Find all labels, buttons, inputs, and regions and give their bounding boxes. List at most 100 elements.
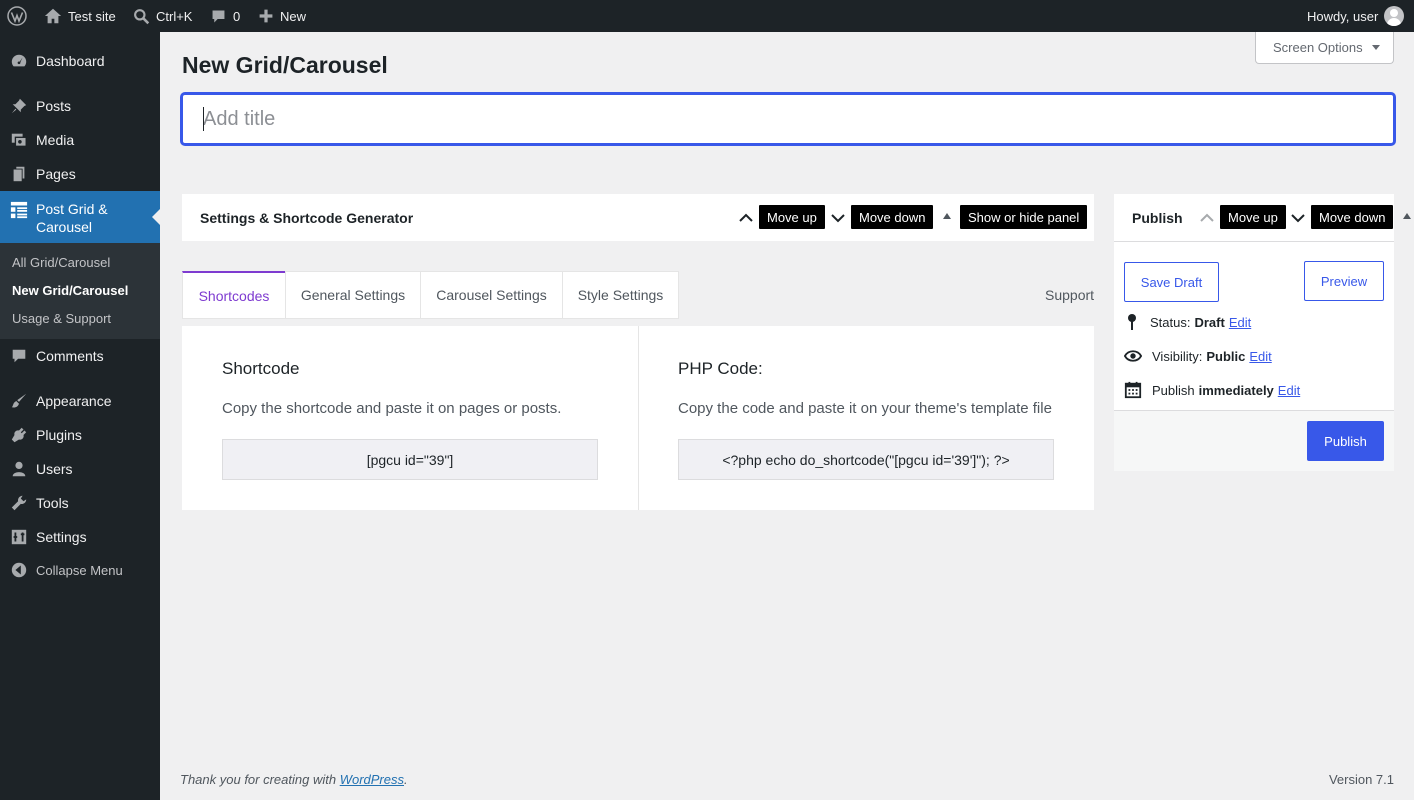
support-link[interactable]: Support xyxy=(1045,287,1094,303)
submenu-usage-support[interactable]: Usage & Support xyxy=(12,311,111,326)
php-code-description: Copy the code and paste it on your theme… xyxy=(678,400,1052,417)
collapse-icon xyxy=(9,560,29,580)
command-palette-button[interactable]: Ctrl+K xyxy=(133,0,192,32)
sidebar-item-label: Pages xyxy=(36,166,76,182)
pin-icon xyxy=(1124,313,1150,331)
toggle-panel-tooltip: Show or hide panel xyxy=(959,204,1089,230)
status-label: Status: xyxy=(1150,314,1191,330)
new-label: New xyxy=(280,8,307,24)
media-icon xyxy=(9,130,29,150)
shortcode-description: Copy the shortcode and paste it on pages… xyxy=(222,400,562,417)
postbox-title: Settings & Shortcode Generator xyxy=(200,210,414,226)
sidebar-item-tools[interactable]: Tools xyxy=(0,486,160,520)
collapse-menu-label: Collapse Menu xyxy=(36,562,123,578)
sidebar-item-label: Dashboard xyxy=(36,53,105,69)
publish-move-down-tooltip: Move down xyxy=(1310,204,1395,230)
edit-visibility-link[interactable]: Edit xyxy=(1249,349,1271,364)
submenu-all-grid-carousel[interactable]: All Grid/Carousel xyxy=(12,255,110,270)
site-name: Test site xyxy=(68,8,116,24)
wordpress-link[interactable]: WordPress xyxy=(340,772,404,787)
preview-button[interactable]: Preview xyxy=(1304,261,1384,301)
edit-publish-date-link[interactable]: Edit xyxy=(1278,383,1300,398)
user-icon xyxy=(9,459,29,479)
pages-icon xyxy=(9,164,29,184)
sidebar-item-appearance[interactable]: Appearance xyxy=(0,384,160,418)
post-status-row: Status: Draft Edit xyxy=(1124,313,1251,331)
sidebar-item-post-grid-carousel[interactable]: Post Grid & Carousel xyxy=(0,191,160,243)
tab-general-settings[interactable]: General Settings xyxy=(285,271,421,319)
plus-icon xyxy=(258,8,274,24)
publish-move-up-tooltip: Move up xyxy=(1219,204,1287,230)
text-cursor xyxy=(203,107,204,131)
sidebar-item-label: Users xyxy=(36,461,73,477)
tab-style-settings[interactable]: Style Settings xyxy=(562,271,679,319)
sidebar-item-plugins[interactable]: Plugins xyxy=(0,418,160,452)
sidebar-item-label: Media xyxy=(36,132,75,148)
footer-thanks-prefix: Thank you for creating with xyxy=(180,772,340,787)
publish-move-up-button[interactable] xyxy=(1199,210,1215,226)
dashboard-icon xyxy=(9,51,29,71)
publish-date-row: Publish immediately Edit xyxy=(1124,381,1300,399)
publish-label: Publish xyxy=(1152,382,1195,398)
move-down-button[interactable] xyxy=(830,210,846,226)
submenu: All Grid/Carousel New Grid/Carousel Usag… xyxy=(0,243,160,339)
wrench-icon xyxy=(9,493,29,513)
footer-thanks-suffix: . xyxy=(404,772,408,787)
site-name-link[interactable]: Test site xyxy=(44,0,116,32)
submenu-new-grid-carousel[interactable]: New Grid/Carousel xyxy=(12,283,128,298)
screen-options-label: Screen Options xyxy=(1273,40,1363,55)
sidebar-item-label: Comments xyxy=(36,348,104,364)
eye-icon xyxy=(1124,347,1152,365)
php-code-box[interactable]: <?php echo do_shortcode("[pgcu id='39']"… xyxy=(678,439,1054,480)
search-shortcut: Ctrl+K xyxy=(156,8,193,24)
sidebar-item-label: Plugins xyxy=(36,427,82,443)
shortcode-code-box[interactable]: [pgcu id="39"] xyxy=(222,439,598,480)
panel-divider xyxy=(638,326,639,510)
sidebar-item-media[interactable]: Media xyxy=(0,123,160,157)
sidebar-item-label: Tools xyxy=(36,495,69,511)
sidebar-item-settings[interactable]: Settings xyxy=(0,520,160,554)
my-account-link[interactable]: Howdy, user xyxy=(1307,0,1405,32)
wordpress-logo-icon[interactable] xyxy=(7,0,27,32)
move-up-tooltip: Move up xyxy=(758,204,826,230)
settings-shortcode-postbox: Settings & Shortcode Generator xyxy=(182,194,1094,241)
tab-shortcodes[interactable]: Shortcodes xyxy=(182,271,286,319)
tab-carousel-settings[interactable]: Carousel Settings xyxy=(420,271,563,319)
page-title: New Grid/Carousel xyxy=(182,52,388,78)
publish-timing: immediately xyxy=(1198,382,1274,398)
save-draft-button[interactable]: Save Draft xyxy=(1124,262,1219,302)
move-down-tooltip: Move down xyxy=(850,204,935,230)
howdy-text: Howdy, user xyxy=(1307,8,1379,24)
sidebar-item-pages[interactable]: Pages xyxy=(0,157,160,191)
visibility-row: Visibility: Public Edit xyxy=(1124,347,1272,365)
sidebar-item-label: Post Grid & Carousel xyxy=(36,201,108,235)
sidebar-item-users[interactable]: Users xyxy=(0,452,160,486)
visibility-value: Public xyxy=(1206,348,1246,364)
sidebar-item-posts[interactable]: Posts xyxy=(0,89,160,123)
php-code-title: PHP Code: xyxy=(678,359,763,378)
publish-button[interactable]: Publish xyxy=(1307,421,1384,461)
edit-status-link[interactable]: Edit xyxy=(1229,315,1251,330)
publish-toggle-icon[interactable] xyxy=(1403,213,1411,219)
calendar-icon xyxy=(1124,381,1152,399)
move-up-button[interactable] xyxy=(738,210,754,226)
avatar xyxy=(1384,6,1405,26)
sidebar-item-comments[interactable]: Comments xyxy=(0,339,160,373)
brush-icon xyxy=(9,391,29,411)
pin-icon xyxy=(9,96,29,116)
screen-options-button[interactable]: Screen Options xyxy=(1255,32,1394,64)
footer-thankyou: Thank you for creating with WordPress. xyxy=(180,772,408,787)
title-input[interactable] xyxy=(181,93,1395,145)
new-content-link[interactable]: New xyxy=(258,0,306,32)
publish-move-down-button[interactable] xyxy=(1290,210,1306,226)
search-icon xyxy=(133,8,150,25)
plugin-icon xyxy=(9,425,29,445)
sidebar-item-label: Appearance xyxy=(36,393,112,409)
toggle-panel-icon[interactable] xyxy=(943,213,951,219)
comment-icon xyxy=(9,346,29,366)
comment-icon xyxy=(210,8,227,25)
collapse-menu-button[interactable]: Collapse Menu xyxy=(0,554,160,586)
sidebar-item-dashboard[interactable]: Dashboard xyxy=(0,44,160,78)
publish-box-title: Publish xyxy=(1132,210,1183,226)
comments-link[interactable]: 0 xyxy=(210,0,240,32)
